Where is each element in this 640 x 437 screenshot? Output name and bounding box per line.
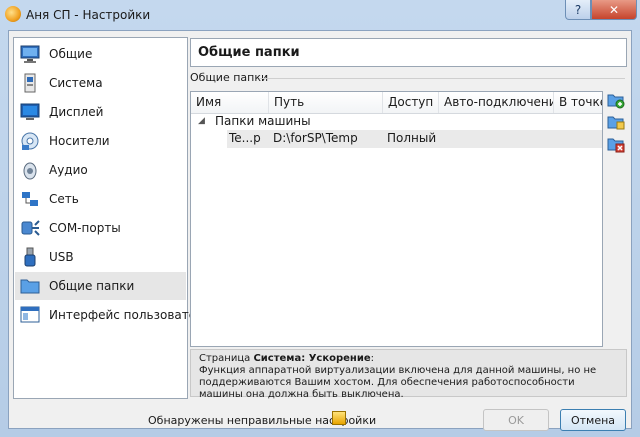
sidebar-item-network[interactable]: Сеть xyxy=(15,185,186,213)
column-header-path[interactable]: Путь xyxy=(269,92,383,113)
warning-info-panel: Страница Система: Ускорение: Функция апп… xyxy=(190,349,627,400)
settings-sidebar: Общие Система Дисплей Носители Аудио Сет… xyxy=(13,37,211,399)
dialog-body: Общие Система Дисплей Носители Аудио Сет… xyxy=(8,30,632,431)
table-row[interactable]: Te...p D:\forSP\Temp Полный xyxy=(191,130,602,148)
edit-folder-icon[interactable] xyxy=(607,113,625,131)
info-prefix: Страница xyxy=(199,353,254,364)
page-header: Общие папки xyxy=(190,38,627,67)
group-label: Общие папки xyxy=(190,71,269,84)
remove-folder-icon[interactable] xyxy=(607,135,625,153)
ui-window-icon xyxy=(20,306,40,323)
group-row-label: Папки машины xyxy=(215,114,311,128)
ok-button[interactable]: OK xyxy=(483,409,549,431)
info-page-ref[interactable]: Система: Ускорение xyxy=(253,353,370,364)
cell-name: Te...p xyxy=(229,131,261,145)
app-icon xyxy=(5,6,21,22)
cell-path: D:\forSP\Temp xyxy=(273,131,358,145)
settings-window: Аня СП - Настройки ? ✕ Общие Система Дис… xyxy=(0,0,640,437)
speaker-icon xyxy=(23,162,37,180)
shared-folders-table[interactable]: Имя Путь Доступ Авто-подключение В точке… xyxy=(190,91,603,347)
sidebar-item-storage[interactable]: Носители xyxy=(15,127,186,155)
column-header-mount-point[interactable]: В точке xyxy=(554,92,602,113)
column-header-auto-mount[interactable]: Авто-подключение xyxy=(439,92,554,113)
group-divider xyxy=(259,78,625,79)
expand-triangle-icon[interactable]: ◢ xyxy=(198,116,205,126)
sidebar-item-system[interactable]: Система xyxy=(15,69,186,97)
sidebar-item-label: Носители xyxy=(49,134,110,148)
cancel-button[interactable]: Отмена xyxy=(560,409,626,431)
page-title: Общие папки xyxy=(198,45,300,60)
table-group-row[interactable]: ◢ Папки машины xyxy=(191,113,602,130)
add-folder-icon[interactable] xyxy=(607,91,625,109)
monitor-icon xyxy=(20,45,40,63)
sidebar-item-audio[interactable]: Аудио xyxy=(15,156,186,184)
sidebar-item-display[interactable]: Дисплей xyxy=(15,98,186,126)
warning-icon[interactable] xyxy=(332,411,346,425)
info-text: Функция аппаратной виртуализации включен… xyxy=(199,365,597,400)
title-bar[interactable]: Аня СП - Настройки ? ✕ xyxy=(0,0,640,30)
sidebar-item-com-ports[interactable]: COM-порты xyxy=(15,214,186,242)
sidebar-item-label: Общие папки xyxy=(49,279,135,293)
column-header-access[interactable]: Доступ xyxy=(383,92,439,113)
sidebar-item-label: Интерфейс пользователя xyxy=(49,308,212,322)
chip-icon xyxy=(24,73,36,93)
sidebar-item-label: Система xyxy=(49,76,103,90)
help-button[interactable]: ? xyxy=(565,0,591,20)
sidebar-item-user-interface[interactable]: Интерфейс пользователя xyxy=(15,301,211,329)
close-button[interactable]: ✕ xyxy=(591,0,637,20)
sidebar-item-label: Сеть xyxy=(49,192,79,206)
sidebar-item-usb[interactable]: USB xyxy=(15,243,186,271)
sidebar-item-label: COM-порты xyxy=(49,221,121,235)
sidebar-item-label: USB xyxy=(49,250,74,264)
column-header-name[interactable]: Имя xyxy=(191,92,269,113)
cell-access: Полный xyxy=(387,131,437,145)
window-title: Аня СП - Настройки xyxy=(26,8,151,22)
table-header: Имя Путь Доступ Авто-подключение В точке xyxy=(191,92,602,114)
folder-icon xyxy=(20,279,40,294)
network-icon xyxy=(22,192,38,206)
sidebar-item-shared-folders[interactable]: Общие папки xyxy=(15,272,186,300)
usb-icon xyxy=(24,247,36,267)
sidebar-item-label: Общие xyxy=(49,47,93,61)
display-icon xyxy=(20,103,40,120)
disc-icon xyxy=(21,132,39,150)
sidebar-item-general[interactable]: Общие xyxy=(15,40,186,68)
sidebar-item-label: Дисплей xyxy=(49,105,104,119)
info-suffix: : xyxy=(370,353,374,364)
serial-port-icon xyxy=(21,220,40,236)
sidebar-item-label: Аудио xyxy=(49,163,88,177)
